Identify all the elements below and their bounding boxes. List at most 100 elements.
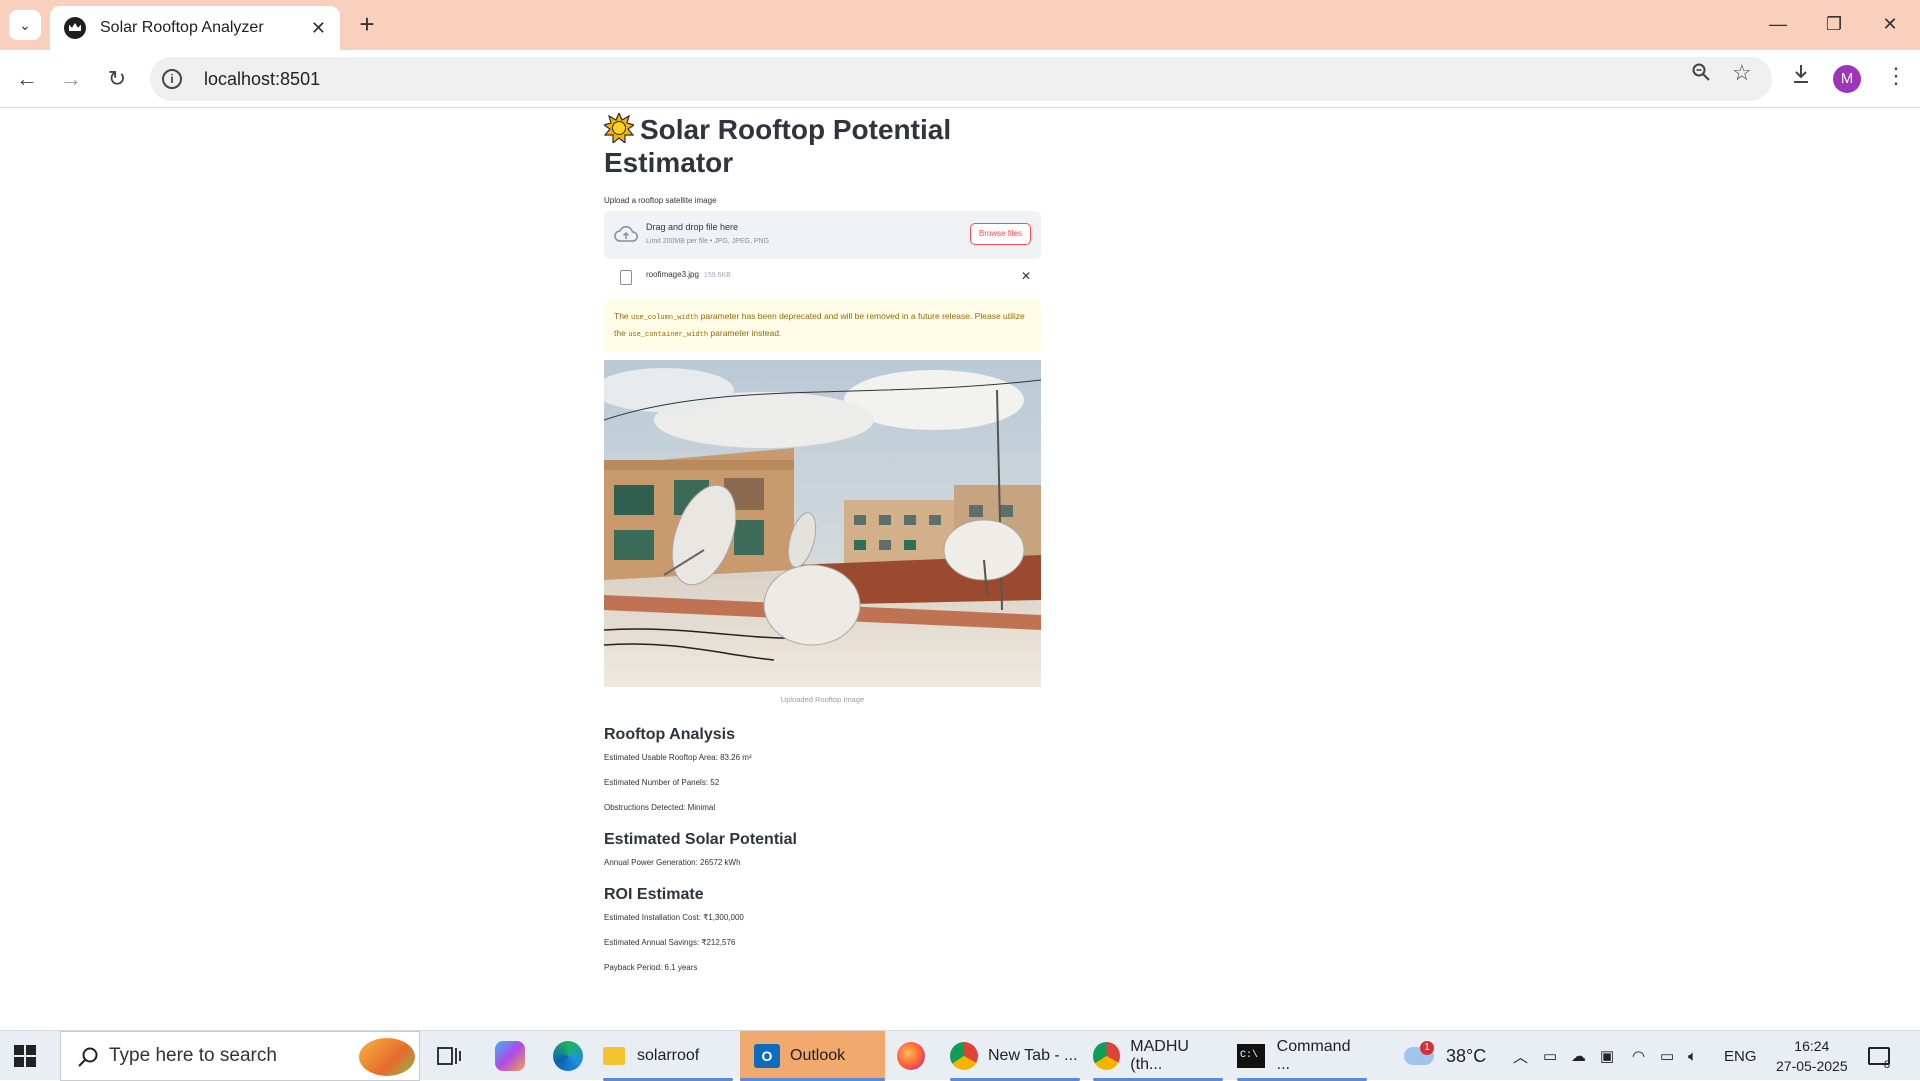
security-icon[interactable]: ▣ [1600, 1031, 1614, 1081]
taskbar-solarroof[interactable]: solarroof [603, 1031, 733, 1081]
task-view-icon [437, 1047, 461, 1065]
back-button[interactable]: ← [11, 63, 43, 95]
rooftop-area-text: Estimated Usable Rooftop Area: 83.26 m² [604, 753, 752, 762]
start-button[interactable] [14, 1031, 36, 1081]
weather-widget[interactable]: 1 38°C [1404, 1031, 1486, 1081]
app-main-column: Solar Rooftop Potential Estimator Upload… [604, 109, 1041, 972]
annual-generation-text: Annual Power Generation: 26572 kWh [604, 858, 741, 867]
bookmark-star-icon[interactable]: ☆ [1732, 60, 1752, 86]
image-caption: Uploaded Rooftop Image [780, 695, 865, 704]
wifi-icon[interactable]: ◠ [1632, 1031, 1645, 1081]
outlook-icon: O [754, 1044, 780, 1068]
browser-tab[interactable]: Solar Rooftop Analyzer ✕ [50, 6, 340, 50]
edge-icon [553, 1041, 583, 1071]
new-tab-button[interactable]: + [352, 10, 382, 40]
arrow-left-icon: ← [16, 66, 38, 91]
rooftop-analysis-heading: Rooftop Analysis [604, 726, 735, 743]
clock[interactable]: 16:24 27-05-2025 [1776, 1031, 1848, 1081]
file-size: 159.6KB [703, 272, 731, 279]
notification-count: 8 [1884, 1059, 1891, 1071]
command-label: Command ... [1276, 1038, 1351, 1073]
title-text: Solar Rooftop Potential Estimator [604, 114, 952, 178]
address-bar[interactable]: i localhost:8501 [150, 57, 1772, 101]
windows-logo-icon [14, 1045, 36, 1067]
restore-button[interactable]: ❐ [1814, 8, 1854, 40]
arrow-right-icon: → [60, 66, 82, 91]
chrome-madhu-label: MADHU (th... [1130, 1038, 1189, 1073]
battery-icon[interactable]: ▭ [1660, 1031, 1674, 1081]
copilot-icon [495, 1041, 525, 1071]
forward-button[interactable]: → [55, 63, 87, 95]
edge-button[interactable] [553, 1031, 583, 1081]
profile-avatar[interactable]: M [1833, 65, 1861, 93]
roi-heading: ROI Estimate [604, 886, 704, 903]
folder-icon [603, 1047, 625, 1065]
download-icon[interactable] [1791, 63, 1811, 91]
uploaded-file-item: roofimage3.jpg 159.6KB ✕ [604, 267, 1041, 291]
solarroof-label: solarroof [637, 1047, 700, 1064]
uploaded-rooftop-image [604, 360, 1041, 687]
zoom-icon[interactable] [1691, 62, 1711, 88]
sun-icon [604, 113, 634, 143]
language-indicator[interactable]: ENG [1724, 1031, 1757, 1081]
taskbar-chrome-newtab[interactable]: New Tab - ... [950, 1031, 1080, 1081]
chrome-newtab-label: New Tab - ... [988, 1047, 1078, 1064]
file-icon [620, 270, 632, 285]
taskbar-outlook[interactable]: O Outlook [740, 1031, 885, 1081]
chrome-icon [1093, 1042, 1121, 1070]
onedrive-icon[interactable]: ☁ [1571, 1031, 1586, 1081]
obstructions-text: Obstructions Detected: Minimal [604, 803, 716, 812]
file-name-text: roofimage3.jpg [646, 270, 699, 279]
browse-files-button[interactable]: Browse files [969, 223, 1031, 245]
task-view-button[interactable] [437, 1031, 461, 1081]
reload-button[interactable]: ↻ [101, 63, 133, 95]
firefox-button[interactable] [897, 1031, 925, 1081]
deprecation-warning: The use_column_width parameter has been … [604, 300, 1041, 352]
page-title: Solar Rooftop Potential Estimator [604, 113, 1041, 179]
chevron-up-icon: ︿ [1513, 1048, 1529, 1066]
notification-center[interactable]: 8 [1868, 1031, 1890, 1081]
close-window-button[interactable]: ✕ [1870, 8, 1910, 40]
file-dropzone[interactable]: Drag and drop file here Limit 200MB per … [604, 211, 1041, 259]
clock-time: 16:24 [1794, 1038, 1830, 1054]
clock-date: 27-05-2025 [1776, 1058, 1848, 1074]
taskbar-search[interactable]: Type here to search [60, 1031, 420, 1081]
browser-toolbar: ← → ↻ i localhost:8501 ☆ M ⋮ [0, 50, 1920, 108]
copilot-button[interactable] [495, 1031, 525, 1081]
tab-search-button[interactable]: ⌄ [9, 10, 41, 40]
chevron-down-icon: ⌄ [19, 16, 31, 33]
panel-count-text: Estimated Number of Panels: 52 [604, 778, 720, 787]
dropzone-limit-text: Limit 200MB per file • JPG, JPEG, PNG [646, 238, 770, 245]
solar-potential-heading: Estimated Solar Potential [604, 831, 797, 848]
url-text[interactable]: localhost:8501 [204, 69, 1772, 90]
search-highlight-image [359, 1038, 415, 1076]
taskbar-chrome-madhu[interactable]: MADHU (th... [1093, 1031, 1223, 1081]
chrome-icon [950, 1042, 978, 1070]
warning-text-post: parameter instead. [710, 328, 782, 338]
meet-now-icon[interactable]: ▭ [1543, 1031, 1557, 1081]
warning-code-container-width: use_container_width [628, 331, 709, 339]
minimize-button[interactable]: — [1758, 8, 1798, 40]
close-tab-icon[interactable]: ✕ [311, 18, 326, 39]
weather-badge: 1 [1420, 1041, 1434, 1055]
site-info-icon[interactable]: i [162, 69, 182, 89]
browser-tab-bar: ⌄ Solar Rooftop Analyzer ✕ + — ❐ ✕ [0, 0, 1920, 50]
streamlit-favicon-icon [64, 17, 86, 39]
payback-period-text: Payback Period: 6.1 years [604, 963, 698, 972]
warning-code-column-width: use_column_width [631, 314, 699, 322]
volume-icon[interactable]: 🔈︎ [1688, 1031, 1697, 1081]
installation-cost-text: Estimated Installation Cost: ₹1,300,000 [604, 913, 744, 922]
dropzone-instructions: Drag and drop file here [646, 222, 739, 232]
cloud-upload-icon [614, 225, 638, 242]
firefox-icon [897, 1042, 925, 1070]
warning-text-pre: The [614, 311, 629, 321]
tab-title: Solar Rooftop Analyzer [100, 19, 264, 36]
page-content: Solar Rooftop Potential Estimator Upload… [0, 109, 1920, 1030]
uploaded-file-name: roofimage3.jpg 159.6KB [646, 270, 731, 279]
weather-temp: 38°C [1446, 1045, 1487, 1066]
remove-file-icon[interactable]: ✕ [1021, 269, 1031, 283]
more-menu-icon[interactable]: ⋮ [1885, 63, 1907, 89]
show-hidden-icons[interactable]: ︿ [1513, 1031, 1528, 1081]
outlook-label: Outlook [790, 1047, 846, 1064]
taskbar-command-prompt[interactable]: C:\ Command ... [1237, 1031, 1367, 1081]
